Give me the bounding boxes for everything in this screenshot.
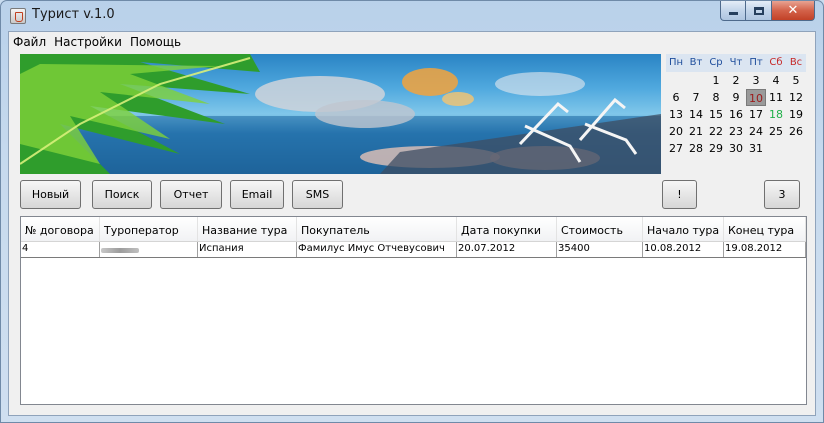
calendar-day-16[interactable]: 16 [726, 106, 746, 123]
report-button[interactable]: Отчет [160, 180, 222, 209]
calendar-day-26[interactable]: 26 [786, 123, 806, 140]
column-header-contract-no[interactable]: № договора [21, 217, 100, 241]
menu-help[interactable]: Помощь [126, 32, 185, 52]
calendar-day-2[interactable]: 2 [726, 72, 746, 89]
calendar-day-grid: 1 2 3 4 5 6 7 8 9 10 11 12 13 14 15 16 17 18 19 20 21 22 23 24 2… [666, 72, 806, 157]
calendar-day-27[interactable]: 27 [666, 140, 686, 157]
cell-tour-start: 10.08.2012 [643, 242, 724, 257]
redacted-operator-name [101, 248, 139, 253]
count-button[interactable]: 3 [764, 180, 800, 209]
menu-bar: Файл Настройки Помощь [9, 32, 815, 52]
weekday-sun: Вс [789, 57, 803, 68]
calendar-day-8[interactable]: 8 [706, 89, 726, 106]
minimize-icon [728, 12, 738, 15]
calendar-day-4[interactable]: 4 [766, 72, 786, 89]
calendar-day-22[interactable]: 22 [706, 123, 726, 140]
banner-illustration [20, 54, 661, 174]
cell-price: 35400 [557, 242, 643, 257]
calendar-day-1[interactable]: 1 [706, 72, 726, 89]
calendar-day-5[interactable]: 5 [786, 72, 806, 89]
contracts-table[interactable]: № договора Туроператор Название тура Пок… [20, 216, 807, 405]
calendar-day-29[interactable]: 29 [706, 140, 726, 157]
calendar-day-11[interactable]: 11 [766, 89, 786, 106]
calendar-day-10[interactable]: 10 [746, 89, 766, 106]
close-button[interactable]: ✕ [772, 1, 815, 21]
column-header-operator[interactable]: Туроператор [100, 217, 198, 241]
calendar-day-28[interactable]: 28 [686, 140, 706, 157]
calendar-empty-cell [686, 72, 706, 89]
column-header-buyer[interactable]: Покупатель [297, 217, 457, 241]
beach-banner-image [20, 54, 661, 174]
calendar-empty-cell [786, 140, 806, 157]
calendar-day-6[interactable]: 6 [666, 89, 686, 106]
search-button[interactable]: Поиск [92, 180, 152, 209]
cell-tour-name: Испания [198, 242, 297, 257]
weekday-thu: Чт [729, 57, 743, 68]
cell-contract-no: 4 [21, 242, 100, 257]
calendar-day-17[interactable]: 17 [746, 106, 766, 123]
calendar-day-23[interactable]: 23 [726, 123, 746, 140]
calendar-day-24[interactable]: 24 [746, 123, 766, 140]
window-controls: ✕ [720, 1, 815, 21]
cell-purchase-date: 20.07.2012 [457, 242, 557, 257]
weekday-mon: Пн [668, 57, 684, 68]
calendar-empty-cell [666, 72, 686, 89]
weekday-fri: Пт [749, 57, 763, 68]
main-content: Файл Настройки Помощь Пн Вт Ср Чт Пт Сб … [8, 31, 816, 416]
calendar-day-30[interactable]: 30 [726, 140, 746, 157]
cell-operator [100, 242, 198, 257]
calendar-weekday-header: Пн Вт Ср Чт Пт Сб Вс [666, 54, 806, 72]
month-calendar: Пн Вт Ср Чт Пт Сб Вс 1 2 3 4 5 6 7 8 9 10 11 12 13 14… [666, 54, 806, 157]
calendar-day-3[interactable]: 3 [746, 72, 766, 89]
app-window: Турист v.1.0 ✕ Файл Настройки Помощь Пн … [0, 0, 824, 423]
close-icon: ✕ [787, 3, 799, 18]
weekday-wed: Ср [709, 57, 723, 68]
calendar-day-15[interactable]: 15 [706, 106, 726, 123]
table-row[interactable]: 4 Испания Фамилус Имус Отчевусович 20.07… [21, 242, 806, 258]
column-header-purchase-date[interactable]: Дата покупки [457, 217, 557, 241]
email-button[interactable]: Email [230, 180, 284, 209]
weekday-tue: Вт [689, 57, 703, 68]
menu-settings[interactable]: Настройки [50, 32, 126, 52]
minimize-button[interactable] [720, 1, 746, 21]
calendar-day-14[interactable]: 14 [686, 106, 706, 123]
calendar-day-25[interactable]: 25 [766, 123, 786, 140]
calendar-day-18[interactable]: 18 [766, 106, 786, 123]
calendar-day-7[interactable]: 7 [686, 89, 706, 106]
calendar-day-20[interactable]: 20 [666, 123, 686, 140]
maximize-button[interactable] [746, 1, 772, 21]
cell-buyer: Фамилус Имус Отчевусович [297, 242, 457, 257]
menu-file[interactable]: Файл [9, 32, 50, 52]
alert-button[interactable]: ! [662, 180, 697, 209]
calendar-empty-cell [766, 140, 786, 157]
calendar-day-21[interactable]: 21 [686, 123, 706, 140]
weekday-sat: Сб [769, 57, 783, 68]
window-title: Турист v.1.0 [32, 7, 115, 22]
column-header-tour-start[interactable]: Начало тура [643, 217, 724, 241]
column-header-tour-name[interactable]: Название тура [198, 217, 297, 241]
new-button[interactable]: Новый [20, 180, 81, 209]
calendar-day-31[interactable]: 31 [746, 140, 766, 157]
column-header-price[interactable]: Стоимость [557, 217, 643, 241]
title-bar[interactable]: Турист v.1.0 ✕ [1, 1, 823, 31]
calendar-day-12[interactable]: 12 [786, 89, 806, 106]
calendar-day-19[interactable]: 19 [786, 106, 806, 123]
cell-tour-end: 19.08.2012 [724, 242, 806, 257]
table-header: № договора Туроператор Название тура Пок… [21, 217, 806, 242]
calendar-day-9[interactable]: 9 [726, 89, 746, 106]
sms-button[interactable]: SMS [292, 180, 343, 209]
java-app-icon[interactable] [10, 8, 26, 24]
column-header-tour-end[interactable]: Конец тура [724, 217, 806, 241]
maximize-icon [753, 6, 764, 15]
calendar-day-13[interactable]: 13 [666, 106, 686, 123]
